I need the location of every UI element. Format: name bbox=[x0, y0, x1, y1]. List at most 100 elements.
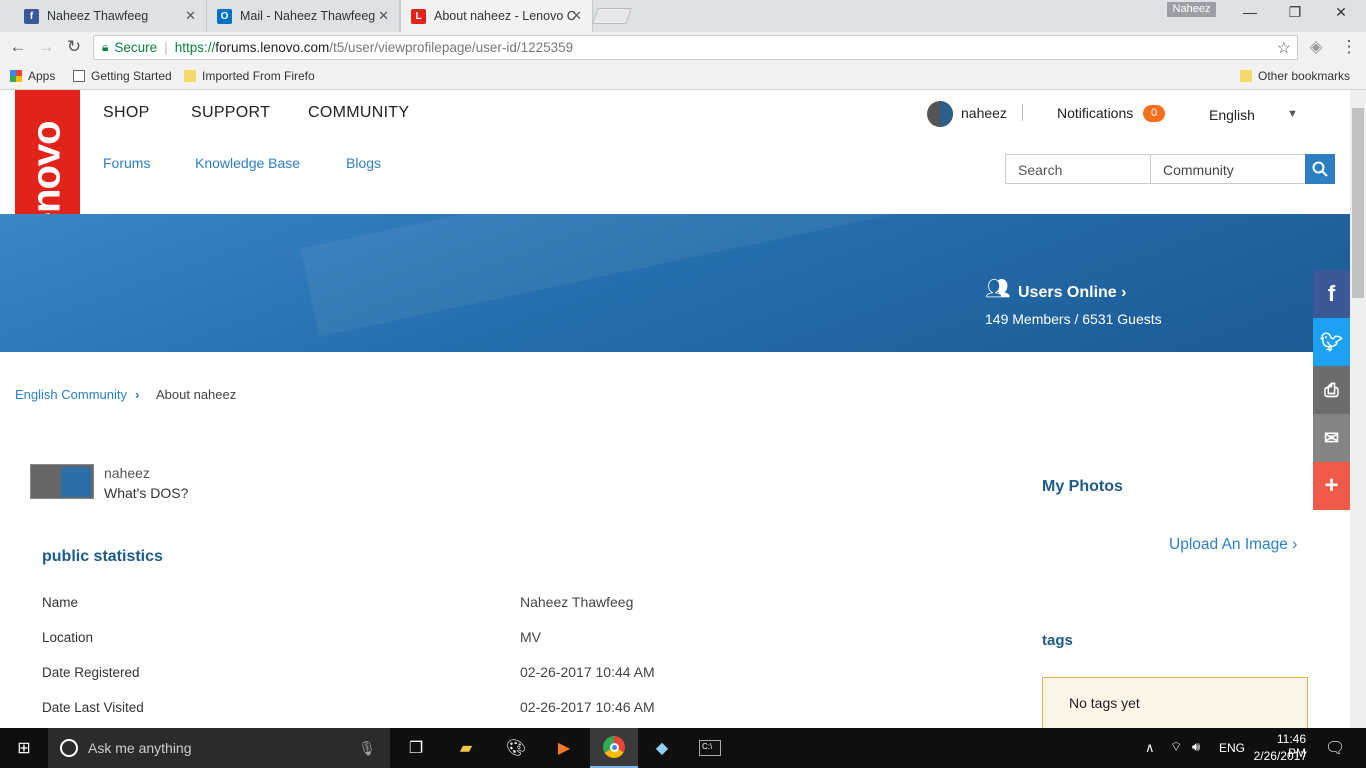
my-photos-title: My Photos bbox=[1042, 478, 1123, 495]
microphone-icon[interactable]: 🎙︎ bbox=[358, 740, 376, 757]
facebook-icon: f bbox=[24, 8, 39, 24]
nav-community[interactable]: COMMUNITY bbox=[308, 104, 409, 122]
users-online-link[interactable]: Users Online › bbox=[1018, 284, 1126, 302]
bookmark-apps[interactable]: Apps bbox=[10, 69, 55, 83]
bookmark-imported[interactable]: Imported From Firefo bbox=[184, 69, 315, 83]
back-icon[interactable]: ← bbox=[7, 37, 29, 57]
stat-label-location: Location bbox=[42, 630, 94, 645]
url-path: /t5/user/viewprofilepage/user-id/1225359 bbox=[329, 40, 574, 55]
bookmark-star-icon[interactable]: ☆ bbox=[1277, 38, 1291, 58]
clock-date[interactable]: 2/26/2017 bbox=[1253, 749, 1307, 763]
forward-icon[interactable]: → bbox=[35, 37, 57, 57]
search-icon bbox=[1312, 161, 1328, 177]
language-indicator[interactable]: ENG bbox=[1219, 741, 1245, 755]
windows-start-icon[interactable]: ⊞ bbox=[0, 728, 48, 768]
new-tab-button[interactable] bbox=[592, 8, 632, 24]
upload-image-link[interactable]: Upload An Image › bbox=[1169, 536, 1297, 554]
profile-rank: What's DOS? bbox=[104, 485, 189, 501]
lenovo-icon: L bbox=[411, 8, 426, 24]
nav-shop[interactable]: SHOP bbox=[103, 104, 150, 122]
print-icon[interactable]: ⎙ bbox=[1313, 366, 1350, 414]
minimize-icon[interactable]: — bbox=[1230, 4, 1270, 20]
cortana-placeholder: Ask me anything bbox=[88, 740, 192, 756]
stat-label-name: Name bbox=[42, 595, 79, 610]
subnav-knowledge-base[interactable]: Knowledge Base bbox=[195, 155, 300, 171]
menu-icon[interactable]: ⋮ bbox=[1338, 37, 1360, 57]
file-explorer-icon[interactable]: ▰ bbox=[442, 728, 490, 768]
nav-support[interactable]: SUPPORT bbox=[191, 104, 270, 122]
extension-icon[interactable]: ◈ bbox=[1305, 37, 1327, 57]
address-bar[interactable]: 🔒︎ Secure | https:// forums.lenovo.com /… bbox=[93, 35, 1298, 60]
url-host: forums.lenovo.com bbox=[215, 40, 330, 55]
outlook-icon: O bbox=[217, 8, 232, 24]
terminal-icon[interactable]: C:\ bbox=[686, 728, 734, 768]
chevron-down-icon[interactable]: ▼ bbox=[1287, 108, 1298, 120]
task-view-icon[interactable]: ❐ bbox=[392, 728, 440, 768]
window-user-badge[interactable]: Naheez bbox=[1167, 2, 1216, 17]
subnav-blogs[interactable]: Blogs bbox=[346, 155, 381, 171]
other-bookmarks[interactable]: Other bookmarks bbox=[1240, 69, 1350, 83]
subnav-forums[interactable]: Forums bbox=[103, 155, 150, 171]
twitter-share-icon[interactable]: 🐦︎ bbox=[1313, 318, 1350, 366]
paint-icon[interactable]: 🎨︎ bbox=[492, 728, 540, 768]
language-select[interactable]: English bbox=[1209, 107, 1255, 123]
volume-icon[interactable]: 🔊︎ bbox=[1192, 739, 1200, 755]
tab-title: Naheez Thawfeeg bbox=[47, 9, 149, 23]
close-icon[interactable]: ✕ bbox=[185, 8, 196, 24]
tab-title: About naheez - Lenovo C bbox=[434, 9, 576, 23]
separator: | bbox=[164, 40, 168, 55]
stat-value-name: Naheez Thawfeeg bbox=[520, 594, 634, 610]
user-name-link[interactable]: naheez bbox=[961, 105, 1007, 121]
network-icon[interactable]: ⌔ bbox=[1170, 739, 1182, 755]
close-icon[interactable]: ✕ bbox=[571, 8, 582, 24]
chevron-right-icon: › bbox=[135, 387, 140, 402]
search-scope-select[interactable]: Community bbox=[1150, 154, 1306, 184]
stat-label-last-visited: Date Last Visited bbox=[42, 700, 144, 715]
stat-value-location: MV bbox=[520, 629, 541, 645]
share-plus-icon[interactable]: + bbox=[1313, 462, 1350, 510]
public-statistics-title: public statistics bbox=[42, 548, 163, 565]
profile-avatar bbox=[30, 464, 94, 499]
notification-center-icon[interactable]: 🗨︎ bbox=[1325, 738, 1345, 758]
chrome-taskbar-icon[interactable] bbox=[590, 728, 638, 768]
tab-lenovo[interactable]: L About naheez - Lenovo C ✕ bbox=[400, 0, 593, 32]
bookmark-getting-started[interactable]: Getting Started bbox=[73, 69, 172, 83]
scrollbar-thumb[interactable] bbox=[1352, 108, 1364, 298]
media-player-icon[interactable]: ▶ bbox=[540, 728, 588, 768]
cortana-search[interactable]: Ask me anything 🎙︎ bbox=[48, 728, 390, 768]
close-icon[interactable]: ✕ bbox=[378, 8, 389, 24]
browser-tab-bar: f Naheez Thawfeeg ✕ O Mail - Naheez Thaw… bbox=[0, 0, 1366, 32]
search-button[interactable] bbox=[1305, 154, 1335, 184]
cortana-icon bbox=[60, 739, 78, 757]
search-input[interactable]: Search bbox=[1005, 154, 1151, 184]
browser-toolbar: ← → ↻ 🔒︎ Secure | https:// forums.lenovo… bbox=[0, 32, 1366, 63]
window-close-icon[interactable]: ✕ bbox=[1321, 4, 1361, 21]
bookmark-label: Getting Started bbox=[91, 69, 172, 83]
page-scrollbar[interactable] bbox=[1350, 90, 1366, 728]
folder-icon bbox=[1240, 70, 1252, 82]
notification-count-badge[interactable]: 0 bbox=[1143, 105, 1165, 122]
avatar[interactable] bbox=[927, 101, 953, 127]
no-tags-box: No tags yet bbox=[1042, 677, 1308, 728]
tray-chevron-up-icon[interactable]: ∧ bbox=[1145, 740, 1155, 756]
notifications-link[interactable]: Notifications bbox=[1057, 105, 1133, 121]
restore-icon[interactable]: ❐ bbox=[1275, 4, 1315, 21]
profile-name: naheez bbox=[104, 465, 150, 481]
breadcrumb-parent[interactable]: English Community bbox=[15, 387, 127, 402]
tab-facebook[interactable]: f Naheez Thawfeeg ✕ bbox=[14, 0, 207, 32]
lock-icon: 🔒︎ bbox=[102, 40, 109, 54]
app-icon[interactable]: ◆ bbox=[638, 728, 686, 768]
bookmark-label: Other bookmarks bbox=[1258, 69, 1351, 83]
reload-icon[interactable]: ↻ bbox=[63, 37, 85, 57]
breadcrumb-current: About naheez bbox=[156, 387, 237, 402]
windows-taskbar: ⊞ Ask me anything 🎙︎ ❐ ▰ 🎨︎ ▶ ◆ C:\ ∧ ⌔ … bbox=[0, 728, 1366, 768]
avatar-image bbox=[61, 467, 91, 497]
url-scheme: https:// bbox=[174, 40, 216, 55]
facebook-share-icon[interactable]: f bbox=[1313, 270, 1350, 318]
tab-title: Mail - Naheez Thawfeeg bbox=[240, 9, 376, 23]
tags-title: tags bbox=[1042, 632, 1073, 649]
users-icon: 👥︎ bbox=[985, 278, 1011, 300]
tab-mail[interactable]: O Mail - Naheez Thawfeeg ✕ bbox=[207, 0, 400, 32]
web-page: Lenovo SHOP SUPPORT COMMUNITY Forums Kno… bbox=[0, 90, 1350, 728]
email-icon[interactable]: ✉ bbox=[1313, 414, 1350, 462]
